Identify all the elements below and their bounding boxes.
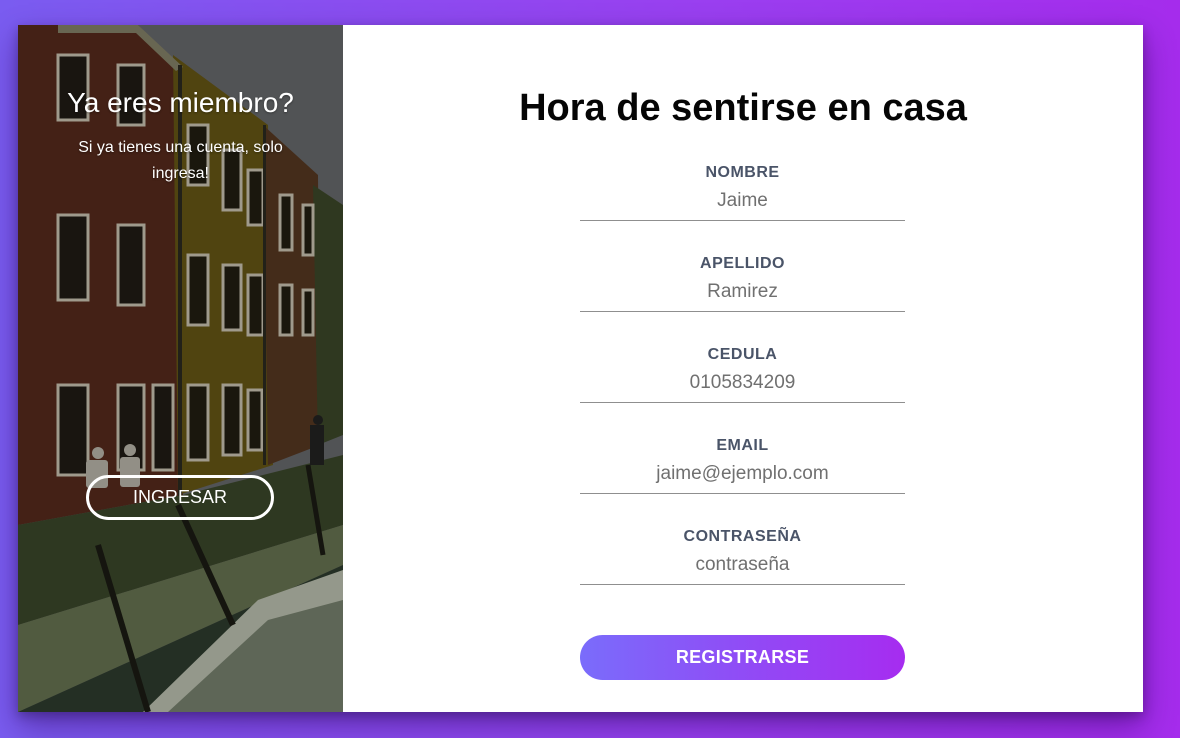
id-number-label: CEDULA	[707, 346, 778, 363]
password-field: CONTRASEÑA	[580, 527, 905, 585]
email-field: EMAIL	[580, 436, 905, 494]
signup-card: Ya eres miembro? Si ya tienes una cuenta…	[18, 25, 1143, 712]
id-number-field: CEDULA	[580, 345, 905, 403]
login-button[interactable]: INGRESAR	[86, 475, 274, 520]
page-title: Hora de sentirse en casa	[519, 87, 967, 129]
image-overlay	[18, 25, 343, 712]
register-button[interactable]: REGISTRARSE	[580, 635, 905, 680]
last-name-field: APELLIDO	[580, 254, 905, 312]
first-name-field: NOMBRE	[580, 163, 905, 221]
email-label: EMAIL	[716, 437, 769, 454]
id-number-input[interactable]	[580, 371, 905, 395]
sidebar-title: Ya eres miembro?	[67, 87, 294, 118]
sidebar-description: Si ya tienes una cuenta, solo ingresa!	[78, 139, 283, 182]
sidebar-panel: Ya eres miembro? Si ya tienes una cuenta…	[18, 25, 343, 712]
password-label: CONTRASEÑA	[683, 528, 802, 545]
password-input[interactable]	[580, 553, 905, 577]
signup-form: Hora de sentirse en casa NOMBRE APELLIDO…	[343, 25, 1143, 712]
email-input[interactable]	[580, 462, 905, 486]
last-name-label: APELLIDO	[700, 255, 785, 272]
first-name-input[interactable]	[580, 189, 905, 213]
last-name-input[interactable]	[580, 280, 905, 304]
first-name-label: NOMBRE	[705, 164, 780, 181]
